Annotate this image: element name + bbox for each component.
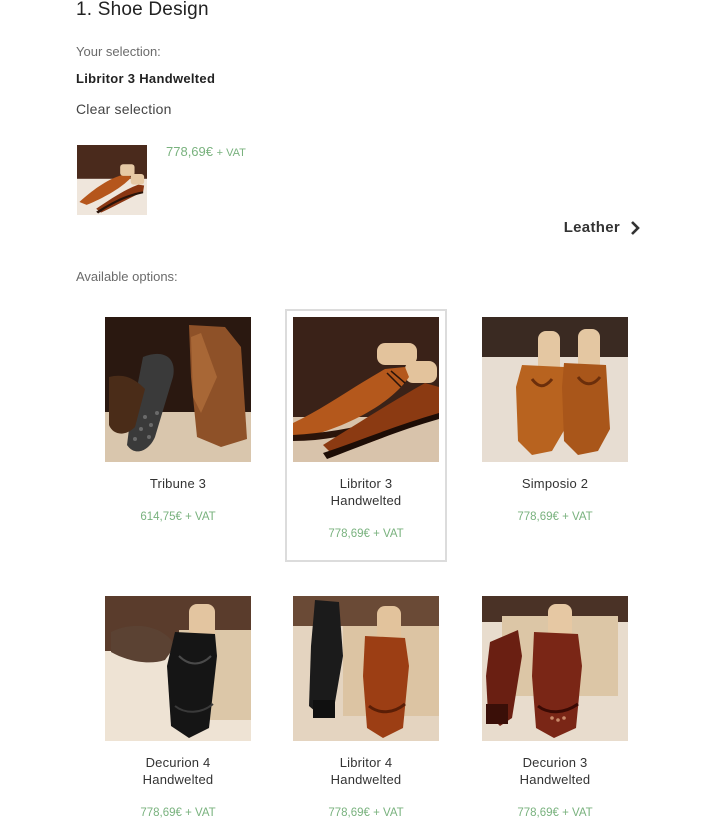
product-price: 778,69€ + VAT xyxy=(328,807,404,819)
option-card-tribune-3[interactable]: Tribune 3 614,75€ + VAT xyxy=(97,317,259,523)
clear-selection-link[interactable]: Clear selection xyxy=(76,101,172,117)
product-image xyxy=(482,596,628,741)
chevron-right-icon xyxy=(631,220,640,235)
product-name: Libritor 4 Handwelted xyxy=(330,755,402,787)
product-price: 778,69€ + VAT xyxy=(517,511,593,523)
product-image xyxy=(293,596,439,741)
selected-product-thumbnail xyxy=(77,145,147,215)
option-card-libritor-4-handwelted[interactable]: Libritor 4 Handwelted 778,69€ + VAT xyxy=(285,596,447,819)
product-image xyxy=(105,317,251,462)
product-image xyxy=(293,317,439,462)
product-price: 778,69€ + VAT xyxy=(517,807,593,819)
available-options-label: Available options: xyxy=(76,269,178,284)
product-name: Decurion 3 Handwelted xyxy=(519,755,591,787)
next-step-label: Leather xyxy=(563,219,620,236)
selection-label: Your selection: xyxy=(76,44,161,59)
option-card-decurion-3-handwelted[interactable]: Decurion 3 Handwelted 778,69€ + VAT xyxy=(474,596,636,819)
product-image xyxy=(482,317,628,462)
next-step-leather-link[interactable]: Leather xyxy=(564,219,640,236)
product-image xyxy=(105,596,251,741)
product-name: Tribune 3 xyxy=(149,476,207,491)
product-price: 778,69€ + VAT xyxy=(140,807,216,819)
product-name: Libritor 3 Handwelted xyxy=(330,476,402,508)
option-card-libritor-3-handwelted[interactable]: Libritor 3 Handwelted 778,69€ + VAT xyxy=(285,309,447,562)
selected-product-price: 778,69€ + VAT xyxy=(166,144,246,159)
product-name: Decurion 4 Handwelted xyxy=(142,755,214,787)
option-card-simposio-2[interactable]: Simposio 2 778,69€ + VAT xyxy=(474,317,636,523)
product-price: 614,75€ + VAT xyxy=(140,511,216,523)
page-title: 1. Shoe Design xyxy=(76,0,209,20)
option-card-decurion-4-handwelted[interactable]: Decurion 4 Handwelted 778,69€ + VAT xyxy=(97,596,259,819)
product-name: Simposio 2 xyxy=(521,476,589,491)
product-price: 778,69€ + VAT xyxy=(328,528,404,540)
selected-product-name: Libritor 3 Handwelted xyxy=(76,71,216,86)
